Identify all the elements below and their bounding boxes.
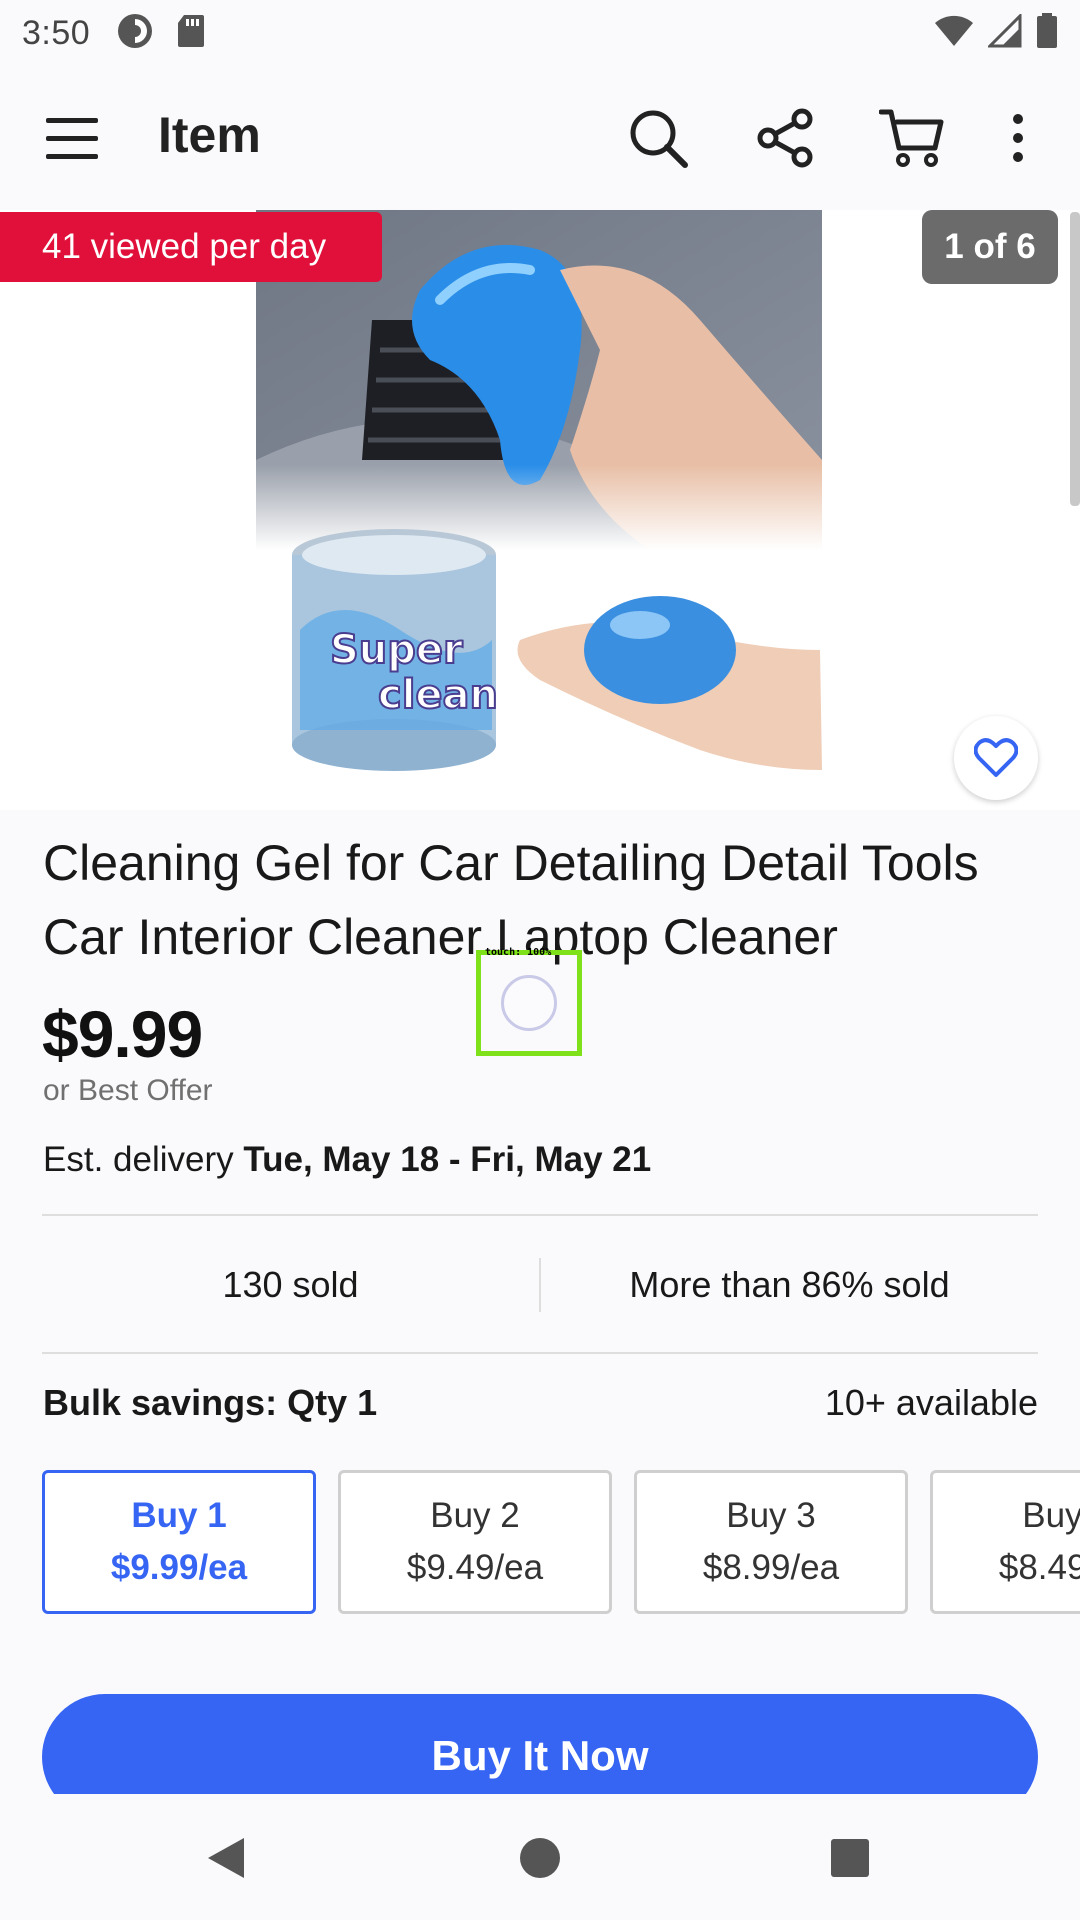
app-bar: Item [0, 66, 1080, 210]
system-nav-bar [0, 1794, 1080, 1920]
bulk-tier-4[interactable]: Buy 4 $8.49/ea [930, 1470, 1080, 1614]
cart-icon[interactable] [878, 104, 946, 172]
touch-point [501, 975, 557, 1031]
tier-qty: Buy 1 [131, 1496, 227, 1535]
jar-brand-line2: clean [378, 672, 498, 718]
recents-icon[interactable] [818, 1826, 882, 1890]
viewed-per-day-badge: 41 viewed per day [0, 212, 382, 282]
battery-icon [1036, 12, 1058, 54]
jar-brand-line1: Super [330, 627, 463, 673]
item-price: $9.99 [42, 997, 203, 1071]
gallery-scroll-indicator [1070, 212, 1080, 506]
more-vert-icon[interactable] [988, 104, 1048, 172]
tier-qty: Buy 4 [1022, 1496, 1080, 1535]
tier-qty: Buy 3 [726, 1496, 816, 1535]
touch-indicator-label: touch: 100% [485, 947, 552, 958]
estimated-delivery: Est. delivery Tue, May 18 - Fri, May 21 [43, 1140, 651, 1180]
home-icon[interactable] [508, 1826, 572, 1890]
tier-price: $8.49/ea [998, 1548, 1080, 1587]
status-time: 3:50 [22, 13, 91, 52]
tier-price: $9.49/ea [406, 1548, 544, 1587]
sold-stats: 130 sold More than 86% sold [42, 1218, 1038, 1352]
delivery-prefix: Est. delivery [43, 1140, 244, 1179]
status-bar: 3:50 [0, 0, 1080, 66]
wifi-icon [934, 14, 974, 53]
best-offer-text: or Best Offer [43, 1074, 213, 1107]
tier-price: $8.99/ea [702, 1548, 840, 1587]
heart-outline-icon[interactable] [954, 716, 1038, 800]
percent-sold: More than 86% sold [629, 1264, 950, 1305]
menu-icon[interactable] [44, 110, 100, 166]
image-counter: 1 of 6 [922, 210, 1058, 284]
bulk-tier-2[interactable]: Buy 2 $9.49/ea [338, 1470, 612, 1614]
available-quantity: 10+ available [824, 1382, 1038, 1423]
tier-price: $9.99/ea [110, 1548, 248, 1587]
bulk-tier-list: Buy 1 $9.99/ea Buy 2 $9.49/ea Buy 3 $8.9… [42, 1470, 1080, 1616]
share-icon[interactable] [752, 104, 820, 172]
sold-count: 130 sold [222, 1264, 359, 1305]
divider [42, 1214, 1038, 1216]
sd-card-icon [176, 13, 206, 54]
delivery-dates: Tue, May 18 - Fri, May 21 [243, 1140, 652, 1179]
bulk-savings-label: Bulk savings: Qty 1 [43, 1382, 378, 1423]
product-image[interactable]: Super clean [0, 210, 1080, 810]
page-title: Item [158, 107, 261, 163]
touch-indicator: touch: 100% [476, 947, 582, 1056]
data-saver-icon [116, 12, 154, 55]
search-icon[interactable] [624, 104, 692, 172]
bulk-tier-3[interactable]: Buy 3 $8.99/ea [634, 1470, 908, 1614]
bulk-tier-1[interactable]: Buy 1 $9.99/ea [42, 1470, 316, 1614]
back-icon[interactable] [194, 1826, 258, 1890]
tier-qty: Buy 2 [430, 1496, 520, 1535]
signal-icon [986, 11, 1022, 53]
divider [42, 1352, 1038, 1354]
